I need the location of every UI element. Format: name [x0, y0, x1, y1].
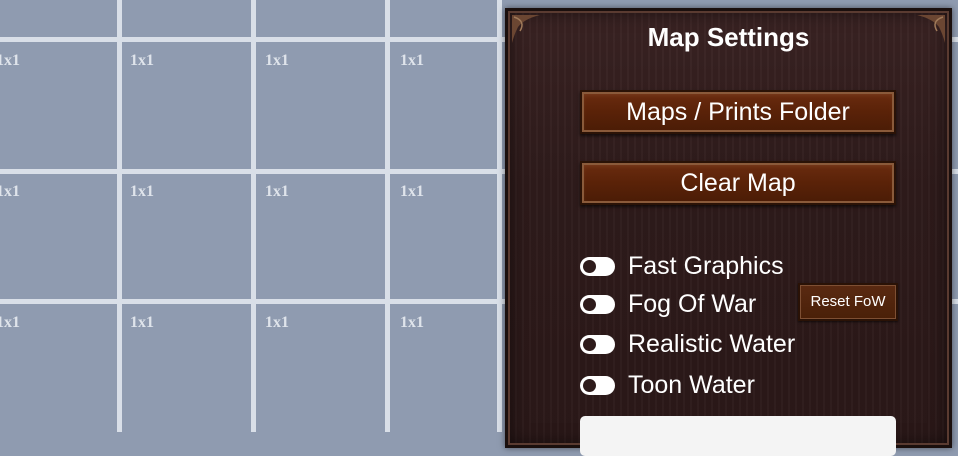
toggle-knob: [583, 297, 596, 311]
realistic-water-label: Realistic Water: [628, 329, 796, 358]
maps-prints-folder-button[interactable]: Maps / Prints Folder: [580, 90, 896, 134]
grid-cell-label: 1x1: [0, 52, 20, 69]
fast-graphics-toggle[interactable]: [580, 256, 615, 276]
realistic-water-toggle[interactable]: [580, 334, 615, 354]
toon-water-toggle[interactable]: [580, 375, 615, 395]
toggle-knob: [583, 337, 596, 351]
clear-map-button[interactable]: Clear Map: [580, 161, 896, 205]
toggle-knob: [583, 259, 596, 273]
reset-fow-button[interactable]: Reset FoW: [798, 283, 898, 321]
grid-line: [251, 0, 256, 432]
toggle-row-toon-water: Toon Water: [580, 370, 755, 400]
toggle-row-fast-graphics: Fast Graphics: [580, 251, 784, 281]
fast-graphics-label: Fast Graphics: [628, 251, 784, 280]
toggle-row-realistic-water: Realistic Water: [580, 329, 795, 359]
grid-line: [117, 0, 122, 432]
grid-cell-label: 1x1: [400, 52, 424, 69]
grid-cell-label: 1x1: [0, 314, 20, 331]
grid-cell-label: 1x1: [265, 314, 289, 331]
toggle-row-fog-of-war: Fog Of War: [580, 289, 756, 319]
grid-cell-label: 1x1: [130, 52, 154, 69]
grid-cell-label: 1x1: [265, 183, 289, 200]
toggle-knob: [583, 378, 596, 392]
fog-of-war-label: Fog Of War: [628, 289, 757, 318]
grid-cell-label: 1x1: [400, 183, 424, 200]
grid-cell-label: 1x1: [400, 314, 424, 331]
bottom-input-field[interactable]: [580, 416, 896, 456]
map-settings-panel: Map Settings Maps / Prints Folder Clear …: [505, 8, 952, 456]
grid-cell-label: 1x1: [265, 52, 289, 69]
grid-line: [385, 0, 390, 432]
panel-title: Map Settings: [647, 22, 810, 52]
grid-cell-label: 1x1: [0, 183, 20, 200]
grid-cell-label: 1x1: [130, 183, 154, 200]
grid-line: [497, 0, 502, 432]
grid-cell-label: 1x1: [130, 314, 154, 331]
fog-of-war-toggle[interactable]: [580, 294, 615, 314]
toon-water-label: Toon Water: [628, 370, 755, 399]
